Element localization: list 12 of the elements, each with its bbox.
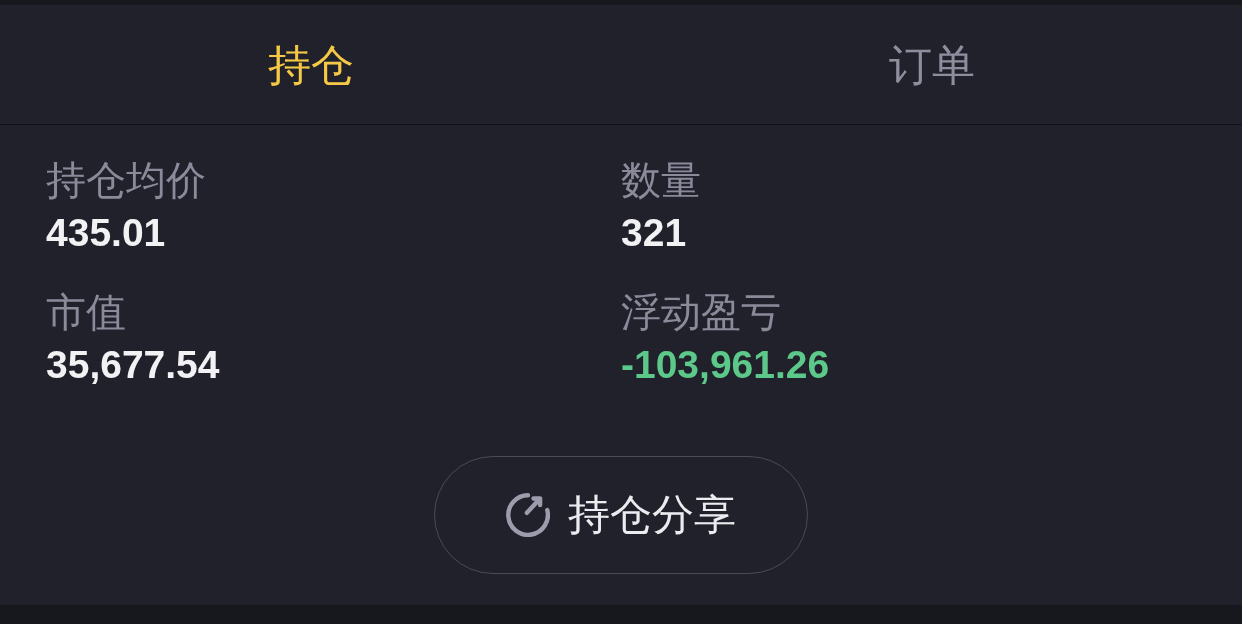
stat-label: 持仓均价: [46, 156, 206, 204]
tab[interactable]: 持仓: [267, 38, 354, 91]
stat-value: 35,677.54: [46, 342, 220, 388]
stat-label: 市值: [46, 288, 126, 336]
tab[interactable]: 订单: [888, 38, 975, 91]
share-button[interactable]: 持仓分享: [434, 456, 808, 574]
stat-value: 435.01: [46, 210, 166, 256]
stat-value: 321: [621, 210, 687, 256]
stat-label: 数量: [621, 156, 701, 204]
circular-arrow-icon: [506, 493, 550, 537]
stat-label: 浮动盈亏: [621, 288, 781, 336]
stat-value: -103,961.26: [621, 342, 830, 388]
